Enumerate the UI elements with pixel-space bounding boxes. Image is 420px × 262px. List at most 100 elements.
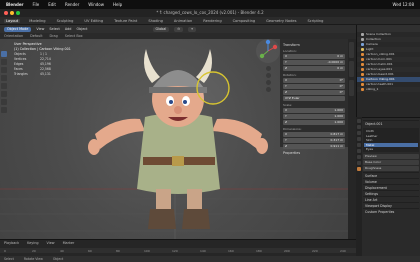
orientation-value[interactable]: Default bbox=[30, 34, 42, 38]
menu-view[interactable]: View bbox=[36, 27, 44, 31]
outliner-row[interactable]: viking_1 bbox=[357, 87, 420, 92]
navigation-gizmo[interactable] bbox=[255, 38, 281, 64]
modifier-tab-icon[interactable] bbox=[357, 149, 361, 153]
workspace-tabs: Layout Modeling Sculpting UV Editing Tex… bbox=[0, 17, 420, 25]
close-window-button[interactable] bbox=[4, 11, 8, 15]
rotation-y-field[interactable]: Y 0° bbox=[283, 84, 345, 89]
timeline-menu-view[interactable]: View bbox=[47, 241, 55, 245]
scale-x-field[interactable]: X 1.000 bbox=[283, 108, 345, 113]
tab-uv-editing[interactable]: UV Editing bbox=[82, 19, 105, 23]
render-tab-icon[interactable] bbox=[357, 119, 361, 123]
scale-y-field[interactable]: Y 1.000 bbox=[283, 114, 345, 119]
tab-animation[interactable]: Animation bbox=[172, 19, 194, 23]
tab-modeling[interactable]: Modeling bbox=[27, 19, 47, 23]
annotate-tool-icon[interactable] bbox=[1, 99, 7, 105]
sidebar-tab-view[interactable] bbox=[349, 80, 354, 96]
gizmo-y-axis[interactable] bbox=[259, 53, 265, 59]
right-hand bbox=[256, 138, 268, 154]
rotation-label: Rotation: bbox=[283, 73, 297, 77]
frame-tick: 180 bbox=[256, 249, 262, 253]
transform-tool-icon[interactable] bbox=[1, 91, 7, 97]
frame-tick: 120 bbox=[172, 249, 178, 253]
mac-menu-render[interactable]: Render bbox=[65, 2, 79, 7]
properties-heading[interactable]: Properties bbox=[283, 151, 345, 155]
frame-tick: 220 bbox=[312, 249, 318, 253]
pivot-icon[interactable]: ⊙ bbox=[174, 26, 184, 32]
dimensions-x-field[interactable]: X 0.817 m bbox=[283, 132, 345, 137]
location-x-field[interactable]: X0 m bbox=[283, 54, 345, 59]
gizmo-x-axis[interactable] bbox=[272, 44, 278, 50]
tab-rendering[interactable]: Rendering bbox=[201, 19, 223, 23]
world-tab-icon[interactable] bbox=[357, 137, 361, 141]
timeline-ruler[interactable]: 0 20 40 60 80 100 120 140 160 180 200 22… bbox=[0, 248, 356, 253]
gizmo-z-axis[interactable] bbox=[265, 39, 271, 45]
menu-object[interactable]: Object bbox=[76, 27, 87, 31]
physics-tab-icon[interactable] bbox=[357, 155, 361, 159]
zoom-icon[interactable] bbox=[266, 66, 271, 71]
tab-texture-paint[interactable]: Texture Paint bbox=[112, 19, 139, 23]
drag-value[interactable]: Select Box bbox=[65, 34, 83, 38]
scene-tab-icon[interactable] bbox=[357, 131, 361, 135]
timeline-menu-keying[interactable]: Keying bbox=[27, 241, 38, 245]
pan-icon[interactable] bbox=[266, 73, 271, 78]
timeline-header: Playback Keying View Marker bbox=[0, 240, 356, 246]
mode-dropdown[interactable]: Object Mode bbox=[4, 26, 32, 32]
mac-menu-file[interactable]: File bbox=[33, 2, 40, 7]
sidebar-tab-tool[interactable] bbox=[349, 61, 354, 77]
mac-menu-edit[interactable]: Edit bbox=[48, 2, 56, 7]
rotate-tool-icon[interactable] bbox=[1, 75, 7, 81]
collection-icon bbox=[361, 38, 364, 41]
select-tool-icon[interactable] bbox=[1, 51, 7, 57]
status-select-hint: Select bbox=[4, 257, 14, 261]
dimensions-y-field[interactable]: Y 0.317 m bbox=[283, 138, 345, 143]
viking-character[interactable] bbox=[88, 49, 268, 229]
timeline-menu-playback[interactable]: Playback bbox=[4, 241, 19, 245]
minimize-window-button[interactable] bbox=[10, 11, 14, 15]
cursor-tool-icon[interactable] bbox=[1, 59, 7, 65]
tab-layout[interactable]: Layout bbox=[4, 18, 21, 23]
transform-heading[interactable]: Transform bbox=[283, 43, 345, 47]
tab-scripting[interactable]: Scripting bbox=[305, 19, 325, 23]
object-name-field[interactable]: Object.001 bbox=[363, 120, 419, 126]
collection-icon bbox=[361, 33, 364, 36]
move-tool-icon[interactable] bbox=[1, 67, 7, 73]
zoom-window-button[interactable] bbox=[16, 11, 20, 15]
rotation-x-field[interactable]: X 0° bbox=[283, 78, 345, 83]
tab-compositing[interactable]: Compositing bbox=[231, 19, 258, 23]
material-tab-icon[interactable] bbox=[357, 167, 361, 171]
timeline-menu-marker[interactable]: Marker bbox=[63, 241, 75, 245]
dimensions-z-field[interactable]: Z 0.911 m bbox=[283, 144, 345, 149]
tab-geometry-nodes[interactable]: Geometry Nodes bbox=[264, 19, 298, 23]
base-color-field[interactable]: Base Color bbox=[363, 160, 419, 165]
transform-orientation-dropdown[interactable]: Global bbox=[152, 26, 170, 32]
measure-tool-icon[interactable] bbox=[1, 107, 7, 113]
data-tab-icon[interactable] bbox=[357, 161, 361, 165]
section-custom-properties[interactable]: Custom Properties bbox=[363, 208, 419, 214]
tab-shading[interactable]: Shading bbox=[146, 19, 165, 23]
output-tab-icon[interactable] bbox=[357, 125, 361, 129]
rotation-mode-dropdown[interactable]: XYZ Euler bbox=[283, 96, 345, 101]
roughness-field[interactable]: Roughness bbox=[363, 166, 419, 171]
mesh-icon bbox=[361, 58, 364, 61]
mac-menu-app[interactable]: Blender bbox=[6, 2, 24, 7]
frame-tick: 60 bbox=[88, 249, 92, 253]
mesh-icon bbox=[361, 78, 364, 81]
material-slot[interactable]: Eyes bbox=[364, 147, 418, 152]
menu-add[interactable]: Add bbox=[65, 27, 72, 31]
preview-field[interactable]: Preview bbox=[363, 154, 419, 159]
mac-menu-help[interactable]: Help bbox=[113, 2, 122, 7]
camera-view-icon[interactable] bbox=[266, 80, 271, 85]
rotation-z-field[interactable]: Z 0° bbox=[283, 90, 345, 95]
scale-z-field[interactable]: Z 1.000 bbox=[283, 120, 345, 125]
mac-menu-window[interactable]: Window bbox=[88, 2, 104, 7]
scale-tool-icon[interactable] bbox=[1, 83, 7, 89]
location-y-field[interactable]: Y -0.0000 m bbox=[283, 60, 345, 65]
location-z-field[interactable]: Z0 m bbox=[283, 66, 345, 71]
object-tab-icon[interactable] bbox=[357, 143, 361, 147]
sidebar-tab-item[interactable] bbox=[349, 42, 354, 58]
tab-sculpting[interactable]: Sculpting bbox=[55, 19, 76, 23]
frame-tick: 200 bbox=[284, 249, 290, 253]
menu-select[interactable]: Select bbox=[49, 27, 59, 31]
ortho-toggle-icon[interactable] bbox=[266, 87, 271, 92]
snap-icon[interactable]: ⌖ bbox=[188, 26, 197, 32]
